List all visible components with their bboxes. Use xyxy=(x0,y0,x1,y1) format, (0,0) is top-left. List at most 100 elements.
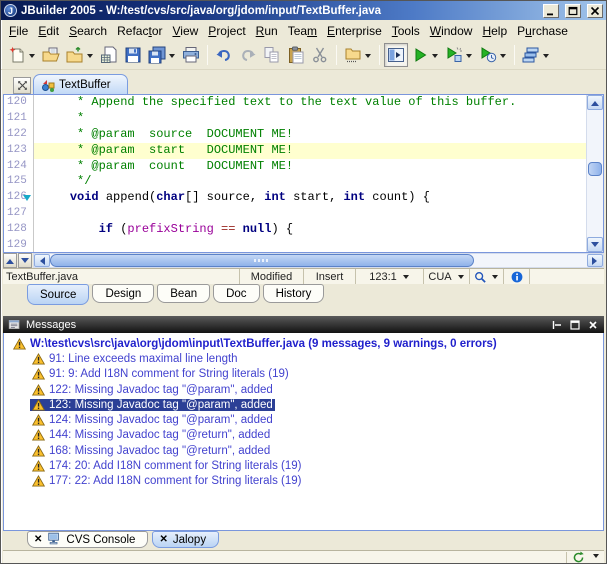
message-root[interactable]: W:\test\cvs\src\java\org\jdom\input\Text… xyxy=(4,336,603,351)
run-button[interactable] xyxy=(408,43,442,67)
save-button[interactable] xyxy=(121,43,145,67)
close-button[interactable] xyxy=(587,3,603,18)
scroll-up-button[interactable] xyxy=(587,95,603,110)
tab-textbuffer[interactable]: TextBuffer xyxy=(33,74,128,94)
close-tab-button[interactable]: ✕ xyxy=(159,534,167,545)
horizontal-scrollbar[interactable] xyxy=(33,253,604,268)
menu-help[interactable]: Help xyxy=(477,22,512,40)
message-item[interactable]: 177: 22: Add I18N comment for String lit… xyxy=(4,474,603,489)
message-item[interactable]: 124: Missing Javadoc tag "@param", added xyxy=(4,412,603,427)
vertical-scroll-thumb[interactable] xyxy=(588,162,602,177)
dropdown-arrow-icon[interactable] xyxy=(365,53,371,61)
message-item[interactable]: 91: 9: Add I18N comment for String liter… xyxy=(4,367,603,382)
close-panel-button[interactable] xyxy=(586,319,599,331)
horizontal-scroll-track[interactable] xyxy=(50,254,587,267)
tab-jalopy[interactable]: ✕ Jalopy xyxy=(152,531,220,548)
line-number[interactable]: 122 xyxy=(4,126,34,143)
dropdown-arrow-icon[interactable] xyxy=(169,53,175,61)
status-caret-position[interactable]: 123:1 xyxy=(356,269,424,284)
menu-run[interactable]: Run xyxy=(251,22,283,40)
paste-button[interactable] xyxy=(284,43,308,67)
line-number[interactable]: 121 xyxy=(4,110,34,127)
tab-bean[interactable]: Bean xyxy=(157,284,211,303)
refresh-button[interactable] xyxy=(572,551,585,563)
dropdown-arrow-icon[interactable] xyxy=(29,53,35,61)
print-button[interactable] xyxy=(179,43,203,67)
code-area[interactable]: 120 * Append the specified text to the t… xyxy=(4,95,586,252)
line-number[interactable]: 120 xyxy=(4,95,34,111)
toggle-panel-button[interactable] xyxy=(384,43,408,67)
title-bar[interactable]: J JBuilder 2005 - W:/test/cvs/src/java/o… xyxy=(1,1,606,20)
maximize-button[interactable] xyxy=(565,3,581,18)
minimize-button[interactable] xyxy=(543,3,559,18)
save-as-button[interactable] xyxy=(97,43,121,67)
menu-project[interactable]: Project xyxy=(203,22,250,40)
dropdown-arrow-icon[interactable] xyxy=(432,53,438,61)
menu-search[interactable]: Search xyxy=(64,22,112,40)
status-zoom[interactable] xyxy=(470,269,504,284)
browse-classes-button[interactable] xyxy=(341,43,375,67)
message-item[interactable]: 91: Line exceeds maximal line length xyxy=(4,351,603,366)
new-file-button[interactable] xyxy=(5,43,39,67)
menu-view[interactable]: View xyxy=(167,22,203,40)
messages-header[interactable]: Messages xyxy=(3,316,604,333)
dropdown-arrow-icon[interactable] xyxy=(466,53,472,61)
tab-cvs-console[interactable]: ✕ CVS Console xyxy=(27,531,149,548)
horizontal-scroll-thumb[interactable] xyxy=(50,254,475,267)
close-tab-button[interactable]: ✕ xyxy=(34,534,42,545)
menu-enterprise[interactable]: Enterprise xyxy=(322,22,387,40)
line-number[interactable]: 124 xyxy=(4,158,34,175)
line-number[interactable]: 129 xyxy=(4,238,34,252)
copy-button[interactable] xyxy=(260,43,284,67)
menu-refactor[interactable]: Refactor xyxy=(112,22,167,40)
status-keymap[interactable]: CUA xyxy=(424,269,470,284)
tab-history[interactable]: History xyxy=(262,284,325,303)
tab-source[interactable]: Source xyxy=(27,284,90,305)
menu-file[interactable]: File xyxy=(4,22,33,40)
dropdown-arrow-icon[interactable] xyxy=(543,53,549,61)
next-item-button[interactable] xyxy=(18,253,32,268)
fold-marker-icon[interactable] xyxy=(23,195,31,202)
open-project-button[interactable] xyxy=(63,43,97,67)
window-list-button[interactable] xyxy=(519,43,553,67)
debug-button[interactable] xyxy=(442,43,476,67)
restore-panes-button[interactable] xyxy=(13,77,31,94)
message-item[interactable]: 168: Missing Javadoc tag "@return", adde… xyxy=(4,443,603,458)
scroll-right-button[interactable] xyxy=(587,254,603,267)
dock-button[interactable] xyxy=(550,319,563,331)
scroll-down-button[interactable] xyxy=(587,237,603,252)
dropdown-arrow-icon[interactable] xyxy=(87,53,93,61)
menu-tools[interactable]: Tools xyxy=(387,22,425,40)
message-item[interactable]: 144: Missing Javadoc tag "@return", adde… xyxy=(4,428,603,443)
line-number[interactable]: 126 xyxy=(4,190,34,207)
tab-doc[interactable]: Doc xyxy=(213,284,260,303)
dropdown-arrow-icon[interactable] xyxy=(593,554,599,561)
maximize-panel-button[interactable] xyxy=(568,319,581,331)
menu-edit[interactable]: Edit xyxy=(33,22,64,40)
message-item[interactable]: 123: Missing Javadoc tag "@param", added xyxy=(4,397,603,412)
tab-design[interactable]: Design xyxy=(92,284,155,303)
line-number[interactable]: 127 xyxy=(4,206,34,223)
code-segment: * @param source DOCUMENT ME! xyxy=(41,126,294,141)
cut-button[interactable] xyxy=(308,43,332,67)
open-file-button[interactable] xyxy=(39,43,63,67)
save-all-button[interactable] xyxy=(145,43,179,67)
menu-purchase[interactable]: Purchase xyxy=(512,22,573,40)
profile-button[interactable] xyxy=(476,43,510,67)
code-editor[interactable]: 120 * Append the specified text to the t… xyxy=(3,94,604,253)
vertical-scrollbar[interactable] xyxy=(586,95,603,252)
status-info[interactable] xyxy=(504,269,530,284)
message-item[interactable]: 122: Missing Javadoc tag "@param", added xyxy=(4,382,603,397)
message-item[interactable]: 174: 20: Add I18N comment for String lit… xyxy=(4,458,603,473)
redo-button[interactable] xyxy=(236,43,260,67)
vertical-scroll-track[interactable] xyxy=(587,110,603,237)
line-number[interactable]: 125 xyxy=(4,174,34,191)
dropdown-arrow-icon[interactable] xyxy=(500,53,506,61)
line-number[interactable]: 128 xyxy=(4,222,34,239)
undo-button[interactable] xyxy=(212,43,236,67)
line-number[interactable]: 123 xyxy=(4,142,34,159)
scroll-left-button[interactable] xyxy=(34,254,50,267)
menu-team[interactable]: Team xyxy=(283,22,322,40)
previous-item-button[interactable] xyxy=(3,253,17,268)
menu-window[interactable]: Window xyxy=(425,22,478,40)
